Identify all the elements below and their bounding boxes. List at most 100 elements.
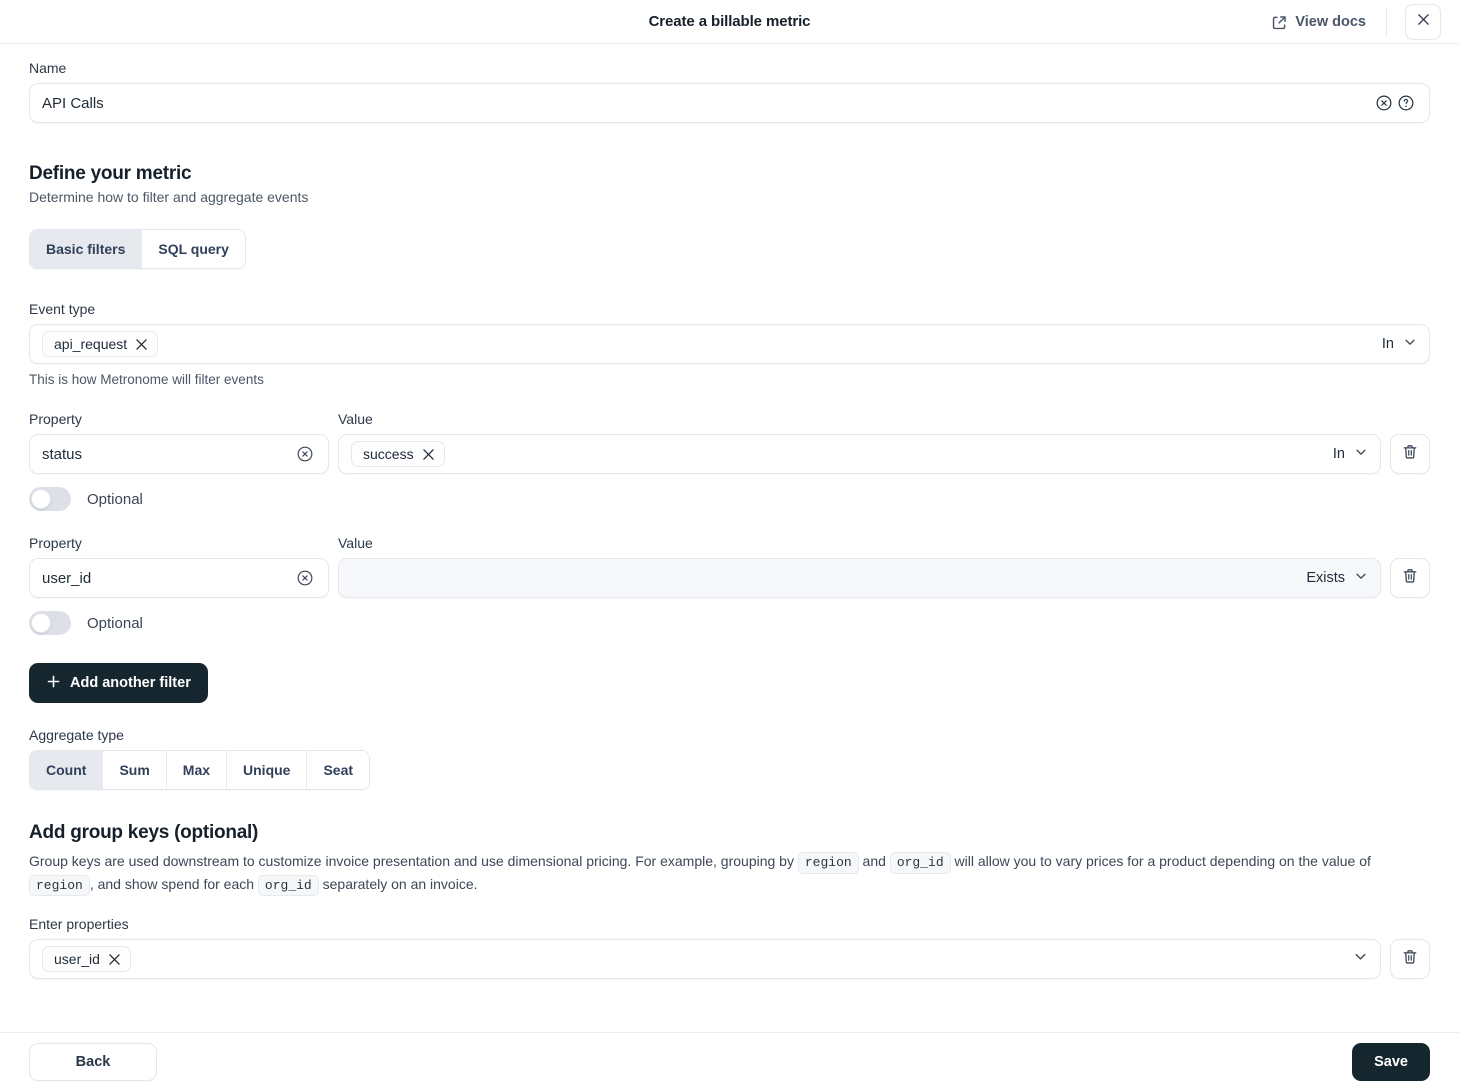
event-type-chip-label: api_request (54, 336, 127, 352)
plus-icon (46, 674, 61, 693)
event-type-operator-dropdown[interactable]: In (1382, 335, 1417, 353)
inline-code-chip: org_id (890, 852, 951, 874)
filter-1-property-input[interactable]: status (29, 434, 329, 474)
chip-remove-icon[interactable] (135, 338, 148, 351)
name-field-group: Name API Calls (29, 60, 1430, 123)
filter-2-value-input[interactable]: Exists (338, 558, 1381, 598)
save-button[interactable]: Save (1352, 1043, 1430, 1081)
filter-1-value-group: Value success In (338, 411, 1381, 474)
filter-2-optional-toggle[interactable] (29, 611, 71, 635)
add-another-filter-label: Add another filter (70, 675, 191, 691)
trash-icon (1401, 948, 1419, 971)
filter-2-operator-dropdown[interactable]: Exists (1306, 569, 1368, 587)
add-another-filter-button[interactable]: Add another filter (29, 663, 208, 703)
toggle-knob (31, 489, 51, 509)
trash-icon (1401, 567, 1419, 590)
inline-code-chip: region (29, 875, 90, 897)
group-keys-properties-group: Enter properties user_id (29, 916, 1430, 979)
filter-1-value-chip[interactable]: success (351, 441, 445, 467)
define-metric-title: Define your metric (29, 163, 1430, 185)
tab-sql-query[interactable]: SQL query (142, 230, 245, 268)
aggregate-option-seat[interactable]: Seat (307, 751, 369, 789)
filter-2-property-value: user_id (42, 570, 294, 587)
chevron-down-icon (1354, 445, 1368, 463)
modal-body: Name API Calls (0, 44, 1459, 1090)
group-key-delete-button[interactable] (1390, 939, 1430, 979)
chip-remove-icon[interactable] (108, 953, 121, 966)
add-filter-group: Add another filter (29, 663, 1430, 703)
event-type-operator-label: In (1382, 336, 1394, 352)
external-link-icon (1271, 14, 1288, 31)
close-icon (1415, 11, 1432, 33)
filter-2-optional-group: Optional (29, 611, 1430, 635)
filter-2-delete-button[interactable] (1390, 558, 1430, 598)
event-type-chip[interactable]: api_request (42, 331, 158, 357)
chip-remove-icon[interactable] (422, 448, 435, 461)
name-input-value: API Calls (42, 95, 1373, 112)
define-metric-subtitle: Determine how to filter and aggregate ev… (29, 189, 1430, 205)
filter-2-property-input[interactable]: user_id (29, 558, 329, 598)
chevron-down-icon (1403, 335, 1417, 353)
filter-1-property-label: Property (29, 411, 329, 427)
event-type-input[interactable]: api_request In (29, 324, 1430, 364)
modal-header: Create a billable metric View docs (0, 0, 1459, 44)
filter-row-1: Property status Value (29, 411, 1430, 511)
aggregate-option-count[interactable]: Count (30, 751, 103, 789)
aggregate-type-group: Aggregate type Count Sum Max Unique Seat (29, 727, 1430, 790)
define-metric-section: Define your metric Determine how to filt… (29, 163, 1430, 269)
filter-1-value-input[interactable]: success In (338, 434, 1381, 474)
filter-1-value-label: Value (338, 411, 1381, 427)
enter-properties-input[interactable]: user_id (29, 939, 1381, 979)
filter-1-property-group: Property status (29, 411, 329, 474)
close-button[interactable] (1405, 4, 1441, 40)
page-title: Create a billable metric (649, 13, 811, 30)
aggregate-type-tabs: Count Sum Max Unique Seat (29, 750, 370, 790)
group-keys-section: Add group keys (optional) Group keys are… (29, 822, 1430, 979)
filter-mode-tabs: Basic filters SQL query (29, 229, 246, 269)
trash-icon (1401, 443, 1419, 466)
event-type-helper-text: This is how Metronome will filter events (29, 372, 1430, 387)
group-key-chip[interactable]: user_id (42, 946, 131, 972)
tab-basic-filters[interactable]: Basic filters (30, 230, 142, 268)
filter-row-2: Property user_id Value (29, 535, 1430, 635)
clear-circle-icon[interactable] (1373, 94, 1395, 112)
aggregate-option-sum[interactable]: Sum (103, 751, 166, 789)
filter-1-optional-label: Optional (87, 491, 143, 508)
aggregate-option-max[interactable]: Max (167, 751, 227, 789)
filter-1-optional-toggle[interactable] (29, 487, 71, 511)
help-circle-icon[interactable] (1395, 94, 1417, 112)
aggregate-option-unique[interactable]: Unique (227, 751, 307, 789)
group-keys-description: Group keys are used downstream to custom… (29, 851, 1429, 896)
filter-2-property-group: Property user_id (29, 535, 329, 598)
group-keys-title: Add group keys (optional) (29, 822, 1430, 844)
view-docs-label: View docs (1295, 14, 1366, 30)
modal-footer: Back Save (0, 1032, 1459, 1090)
filter-1-operator-dropdown[interactable]: In (1333, 445, 1368, 463)
filter-2-property-label: Property (29, 535, 329, 551)
filter-2-optional-label: Optional (87, 615, 143, 632)
filter-1-optional-group: Optional (29, 487, 1430, 511)
filter-1-value-chip-label: success (363, 446, 414, 462)
event-type-label: Event type (29, 301, 1430, 317)
name-label: Name (29, 60, 1430, 76)
inline-code-chip: region (798, 852, 859, 874)
filter-1-property-value: status (42, 446, 294, 463)
enter-properties-field: user_id (29, 939, 1381, 979)
view-docs-link[interactable]: View docs (1271, 7, 1387, 37)
clear-circle-icon[interactable] (294, 445, 316, 463)
filter-2-value-label: Value (338, 535, 1381, 551)
header-actions: View docs (1271, 0, 1441, 44)
create-billable-metric-modal: Create a billable metric View docs (0, 0, 1459, 1090)
filter-1-operator-label: In (1333, 446, 1345, 462)
filter-1-delete-button[interactable] (1390, 434, 1430, 474)
group-key-chip-label: user_id (54, 951, 100, 967)
inline-code-chip: org_id (258, 875, 319, 897)
clear-circle-icon[interactable] (294, 569, 316, 587)
filter-2-value-group: Value Exists (338, 535, 1381, 598)
chevron-down-icon[interactable] (1353, 949, 1368, 969)
name-input[interactable]: API Calls (29, 83, 1430, 123)
toggle-knob (31, 613, 51, 633)
back-button[interactable]: Back (29, 1043, 157, 1081)
chevron-down-icon (1354, 569, 1368, 587)
enter-properties-label: Enter properties (29, 916, 1430, 932)
